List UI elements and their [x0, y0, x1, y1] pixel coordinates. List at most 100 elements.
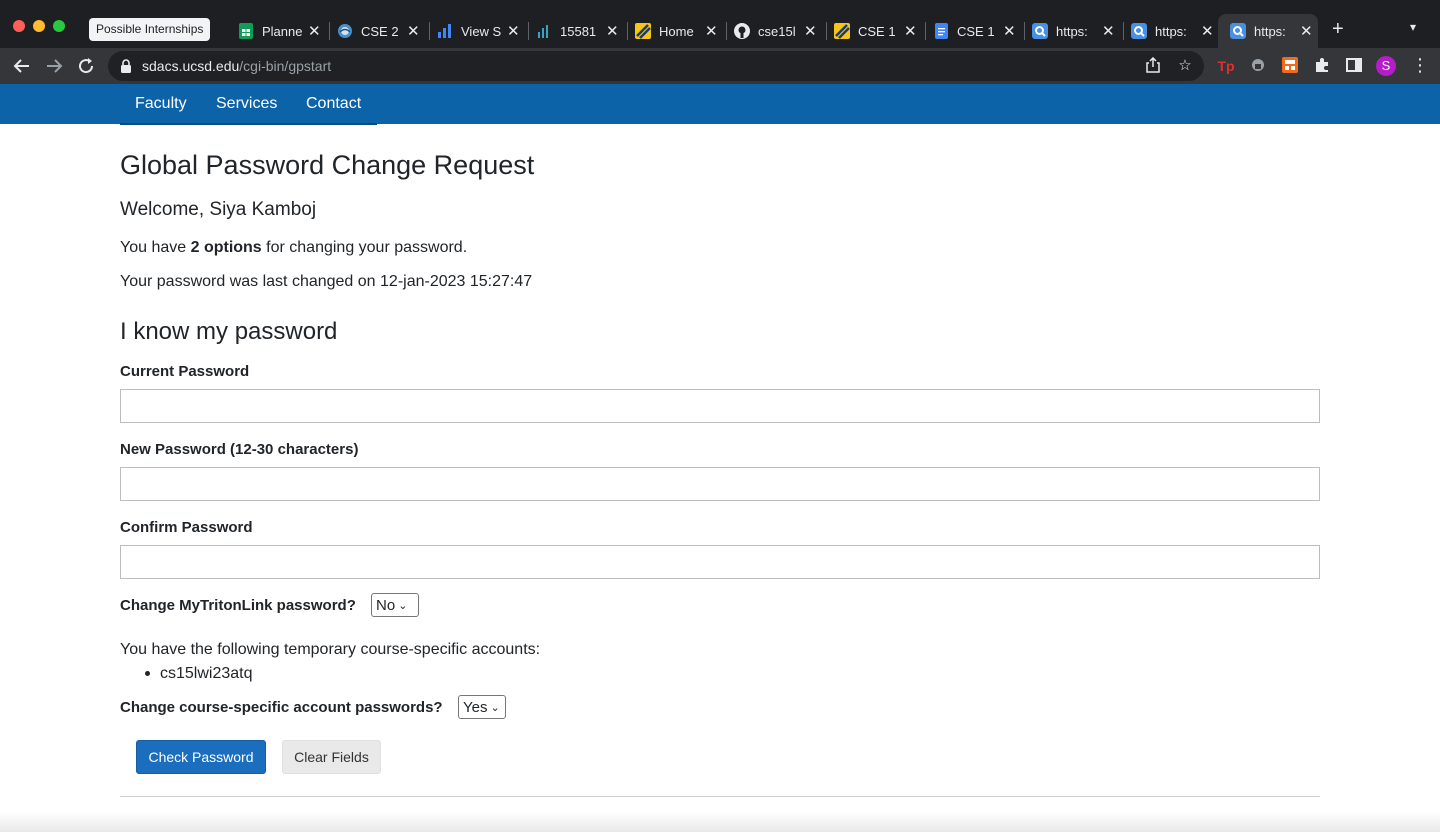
change-mytritonlink-select[interactable]: No ⌄ [371, 593, 419, 617]
search-page-icon [1032, 23, 1048, 39]
tab-label: Home [659, 23, 694, 39]
tab-home[interactable]: Home ✕ [627, 14, 718, 48]
search-page-icon [1131, 23, 1147, 39]
close-icon[interactable]: ✕ [407, 22, 420, 40]
close-icon[interactable]: ✕ [804, 22, 817, 40]
welcome-text: Welcome, Siya Kamboj [120, 199, 317, 220]
google-docs-icon [933, 23, 949, 39]
tab-cse1-docs[interactable]: CSE 1 ✕ [925, 14, 1016, 48]
close-icon[interactable]: ✕ [606, 22, 619, 40]
url-text[interactable]: sdacs.ucsd.edu/cgi-bin/gpstart [142, 58, 331, 74]
canvas-icon [834, 23, 850, 39]
tab-cse2[interactable]: CSE 2 ✕ [329, 14, 420, 48]
close-window-button[interactable] [13, 20, 25, 32]
tab-https-1[interactable]: https: ✕ [1024, 14, 1115, 48]
tab-label: CSE 1 [858, 23, 896, 39]
select-value: Yes [463, 698, 488, 716]
url-host: sdacs.ucsd.edu [142, 58, 240, 74]
site-icon [337, 23, 353, 39]
close-icon[interactable]: ✕ [1201, 22, 1214, 40]
chevron-down-icon: ⌄ [398, 599, 408, 612]
tab-label: 15581 [560, 23, 597, 39]
close-icon[interactable]: ✕ [308, 22, 321, 40]
tab-github[interactable]: cse15l ✕ [726, 14, 817, 48]
temp-accounts-text: You have the following temporary course-… [120, 641, 541, 658]
new-password-field[interactable] [120, 467, 1320, 501]
google-sheets-icon [238, 23, 254, 39]
analytics-icon [536, 23, 552, 39]
change-course-select[interactable]: Yes ⌄ [458, 695, 506, 719]
lock-icon[interactable] [120, 59, 134, 73]
options-count: 2 options [190, 239, 262, 256]
minimize-window-button[interactable] [33, 20, 45, 32]
forward-icon[interactable] [42, 54, 66, 78]
close-icon[interactable]: ✕ [904, 22, 917, 40]
tab-https-active[interactable]: https: ✕ [1218, 14, 1318, 48]
close-icon[interactable]: ✕ [1300, 22, 1313, 40]
nav-underline [120, 123, 377, 125]
close-icon[interactable]: ✕ [1102, 22, 1115, 40]
browser-toolbar: sdacs.ucsd.edu/cgi-bin/gpstart ☆ Tp S ⋮ [0, 48, 1440, 84]
current-password-field[interactable] [120, 389, 1320, 423]
nav-faculty[interactable]: Faculty [135, 95, 187, 113]
bookmark-star-icon[interactable]: ☆ [1176, 57, 1194, 75]
extension-icon[interactable] [1249, 57, 1267, 75]
tab-label: https: [1254, 23, 1286, 39]
canvas-icon [635, 23, 651, 39]
confirm-password-label: Confirm Password [120, 519, 253, 536]
tab-label: https: [1056, 23, 1088, 39]
options-post: for changing your password. [261, 239, 468, 256]
more-menu-icon[interactable]: ⋮ [1411, 55, 1429, 75]
divider [120, 796, 1320, 797]
tab-https-2[interactable]: https: ✕ [1123, 14, 1214, 48]
tab-tooltip: Possible Internships [89, 18, 211, 41]
chevron-down-icon: ⌄ [490, 701, 500, 714]
list-bullet [145, 671, 150, 676]
reload-icon[interactable] [74, 54, 98, 78]
tab-label: CSE 2 [361, 23, 399, 39]
browser-tab-strip: Possible Internships Planne ✕ CSE 2 ✕ Vi… [0, 0, 1440, 48]
search-page-icon [1230, 23, 1246, 39]
check-password-button[interactable]: Check Password [136, 740, 266, 774]
chevron-down-icon[interactable]: ▾ [1410, 20, 1416, 34]
tab-label: CSE 1 [957, 23, 995, 39]
close-icon[interactable]: ✕ [705, 22, 718, 40]
side-panel-icon[interactable] [1345, 57, 1363, 75]
last-changed-text: Your password was last changed on 12-jan… [120, 273, 533, 290]
nav-contact[interactable]: Contact [306, 95, 361, 113]
tab-label: View S [461, 23, 501, 39]
new-tab-icon[interactable]: + [1332, 18, 1344, 40]
tab-view[interactable]: View S ✕ [429, 14, 520, 48]
tab-label: cse15l [758, 23, 796, 39]
options-text: You have 2 options for changing your pas… [120, 239, 467, 257]
zoom-window-button[interactable] [53, 20, 65, 32]
new-password-label: New Password (12-30 characters) [120, 441, 359, 458]
puzzle-icon[interactable] [1313, 57, 1331, 75]
change-mytritonlink-label: Change MyTritonLink password? [120, 597, 356, 614]
options-pre: You have [120, 239, 191, 256]
tab-15581[interactable]: 15581 ✕ [528, 14, 619, 48]
clear-fields-button[interactable]: Clear Fields [282, 740, 381, 774]
nav-services[interactable]: Services [216, 95, 277, 113]
address-bar[interactable]: sdacs.ucsd.edu/cgi-bin/gpstart ☆ [108, 51, 1204, 81]
section-title: I know my password [120, 318, 338, 345]
extension-tp-icon[interactable]: Tp [1217, 57, 1235, 75]
tab-cse1-canvas[interactable]: CSE 1 ✕ [826, 14, 917, 48]
close-icon[interactable]: ✕ [1003, 22, 1016, 40]
close-icon[interactable]: ✕ [507, 22, 520, 40]
change-course-label: Change course-specific account passwords… [120, 699, 443, 716]
tab-label: Planne [262, 23, 302, 39]
window-bottom-edge [0, 812, 1440, 832]
extension-orange-icon[interactable] [1281, 57, 1299, 75]
select-value: No [376, 596, 396, 614]
back-icon[interactable] [10, 54, 34, 78]
github-icon [734, 23, 750, 39]
page-title: Global Password Change Request [120, 150, 535, 180]
tab-planner[interactable]: Planne ✕ [238, 14, 321, 48]
share-icon[interactable] [1144, 56, 1162, 75]
analytics-icon [437, 23, 453, 39]
url-path: /cgi-bin/gpstart [239, 58, 332, 74]
profile-avatar[interactable]: S [1376, 56, 1396, 76]
confirm-password-field[interactable] [120, 545, 1320, 579]
tab-label: https: [1155, 23, 1187, 39]
